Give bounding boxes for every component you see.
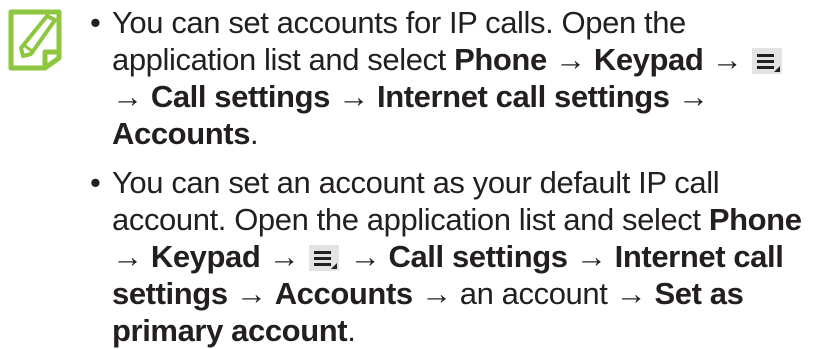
menu-path-keypad: Keypad — [150, 239, 261, 274]
menu-path-call-settings: Call settings — [388, 239, 568, 274]
bullet-icon: • — [90, 165, 101, 200]
menu-path-accounts: Accounts — [274, 276, 413, 311]
arrow-separator: → — [227, 276, 275, 311]
tips-list: • You can set accounts for IP calls. Ope… — [90, 0, 805, 349]
arrow-separator: → — [329, 79, 377, 114]
tip-text: You can set an account as your default I… — [112, 165, 720, 237]
arrow-separator: → — [112, 239, 151, 274]
tip-item: • You can set accounts for IP calls. Ope… — [90, 0, 805, 152]
menu-path-phone: Phone — [708, 202, 802, 237]
arrow-separator: → — [341, 239, 389, 274]
arrow-separator: → — [567, 239, 615, 274]
tip-item: • You can set an account as your default… — [90, 164, 805, 349]
arrow-separator: → — [703, 42, 751, 77]
menu-path-call-settings: Call settings — [150, 79, 331, 114]
menu-path-internet-call-settings: Internet call settings — [376, 79, 670, 114]
menu-icon — [309, 245, 340, 271]
menu-path-phone: Phone — [454, 42, 547, 77]
tip-text: → an account → — [412, 276, 655, 311]
sentence-end: . — [250, 116, 259, 151]
menu-path-accounts: Accounts — [112, 116, 251, 151]
menu-path-keypad: Keypad — [593, 42, 704, 77]
arrow-separator: → — [260, 239, 308, 274]
sentence-end: . — [347, 313, 356, 348]
arrow-separator: → — [669, 79, 709, 114]
bullet-icon: • — [90, 5, 101, 40]
arrow-separator: → — [546, 42, 594, 77]
arrow-separator: → — [112, 79, 151, 114]
note-pencil-icon — [8, 9, 62, 71]
menu-icon — [752, 48, 783, 74]
